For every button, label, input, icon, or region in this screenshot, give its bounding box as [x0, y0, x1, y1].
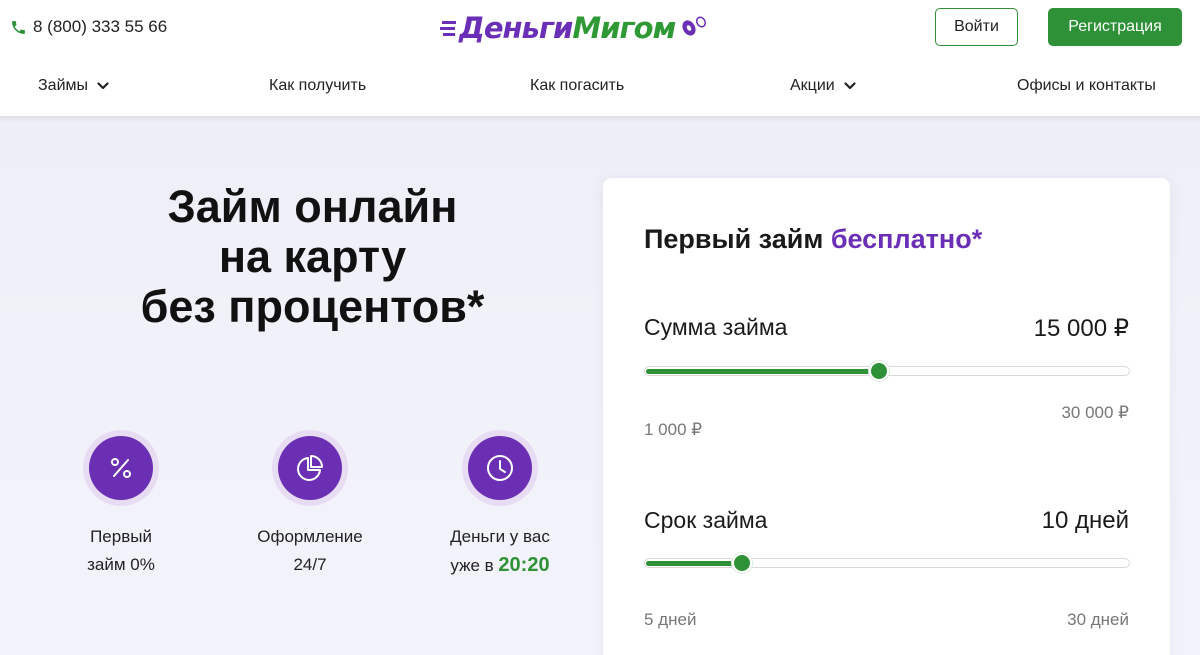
feature-line-prefix: уже в: [450, 556, 499, 575]
term-max-label: 30 дней: [1067, 610, 1129, 629]
feature-line: уже в 20:20: [415, 551, 585, 580]
feature-first-loan-free: Первый займ 0%: [36, 430, 206, 579]
logo[interactable]: ДеньгиМигом: [440, 8, 745, 48]
amount-slider[interactable]: [644, 361, 1130, 381]
feature-line: Оформление: [257, 527, 363, 546]
headline-line: Займ онлайн: [167, 181, 458, 232]
amount-value: 15 000 ₽: [1033, 315, 1129, 342]
logo-text: ДеньгиМигом: [459, 11, 676, 45]
register-button[interactable]: Регистрация: [1048, 8, 1182, 46]
amount-slider-fill: [646, 369, 880, 374]
header: 8 (800) 333 55 66 ДеньгиМигом Войти Реги…: [0, 0, 1200, 58]
pie-chart-icon: [278, 436, 342, 500]
nav-item-label: Акции: [790, 77, 835, 94]
feature-text: Первый займ 0%: [36, 523, 206, 579]
nav-item-label: Как получить: [269, 77, 367, 94]
title-main: Первый займ: [644, 224, 831, 254]
main-nav: Займы Как получить Как погасить Акции Оф…: [0, 58, 1200, 116]
feature-line: Деньги у вас: [450, 527, 550, 546]
feature-text: Деньги у вас уже в 20:20: [415, 523, 585, 580]
amount-min-label: 1 000 ₽: [644, 420, 703, 439]
feature-line: займ 0%: [87, 555, 155, 574]
phone-icon: [10, 19, 27, 36]
term-min-label: 5 дней: [644, 610, 697, 629]
feature-line: Первый: [90, 527, 152, 546]
phone-number: 8 (800) 333 55 66: [33, 17, 168, 36]
feature-text: Оформление 24/7: [225, 523, 395, 579]
logo-text-part2: Мигом: [572, 11, 676, 45]
logo-coin-icon: [679, 13, 709, 44]
loan-calculator-card: Первый займ бесплатно* Сумма займа 15 00…: [603, 178, 1170, 655]
feature-line: 24/7: [293, 555, 327, 574]
term-value: 10 дней: [1041, 507, 1129, 534]
logo-text-part1: Деньги: [459, 11, 573, 45]
amount-slider-thumb[interactable]: [869, 361, 889, 381]
nav-item-offices-contacts[interactable]: Офисы и контакты: [1017, 77, 1156, 95]
headline-line: без процентов*: [140, 281, 485, 332]
nav-item-promotions[interactable]: Акции: [790, 77, 856, 95]
clock-icon: [468, 436, 532, 500]
term-label: Срок займа: [644, 507, 768, 533]
chevron-down-icon: [844, 82, 856, 90]
chevron-down-icon: [97, 82, 109, 90]
feature-icon-ring: [83, 430, 159, 506]
calculator-title: Первый займ бесплатно*: [644, 224, 982, 255]
nav-item-label: Займы: [38, 77, 88, 94]
feature-icon-ring: [462, 430, 538, 506]
feature-24-7: Оформление 24/7: [225, 430, 395, 579]
nav-item-how-to-get[interactable]: Как получить: [269, 77, 366, 95]
feature-time-accent: 20:20: [498, 554, 550, 576]
logo-speed-lines-icon: [440, 15, 458, 41]
nav-item-loans[interactable]: Займы: [38, 77, 109, 95]
term-slider[interactable]: [644, 553, 1130, 573]
nav-item-label: Как погасить: [530, 77, 625, 94]
phone-link[interactable]: 8 (800) 333 55 66: [10, 17, 167, 37]
nav-item-how-to-repay[interactable]: Как погасить: [530, 77, 624, 95]
term-slider-fill: [646, 561, 743, 566]
feature-icon-ring: [272, 430, 348, 506]
amount-max-label: 30 000 ₽: [1061, 403, 1129, 422]
login-button[interactable]: Войти: [935, 8, 1018, 46]
nav-shadow: [0, 116, 1200, 122]
amount-label: Сумма займа: [644, 314, 788, 340]
headline-line: на карту: [218, 231, 407, 282]
hero-headline: Займ онлайн на карту без процентов*: [60, 182, 565, 332]
title-accent: бесплатно: [830, 224, 972, 254]
feature-money-fast: Деньги у вас уже в 20:20: [415, 430, 585, 580]
term-slider-thumb[interactable]: [732, 553, 752, 573]
title-suffix: *: [971, 224, 983, 254]
nav-item-label: Офисы и контакты: [1017, 77, 1156, 94]
percent-icon: [89, 436, 153, 500]
